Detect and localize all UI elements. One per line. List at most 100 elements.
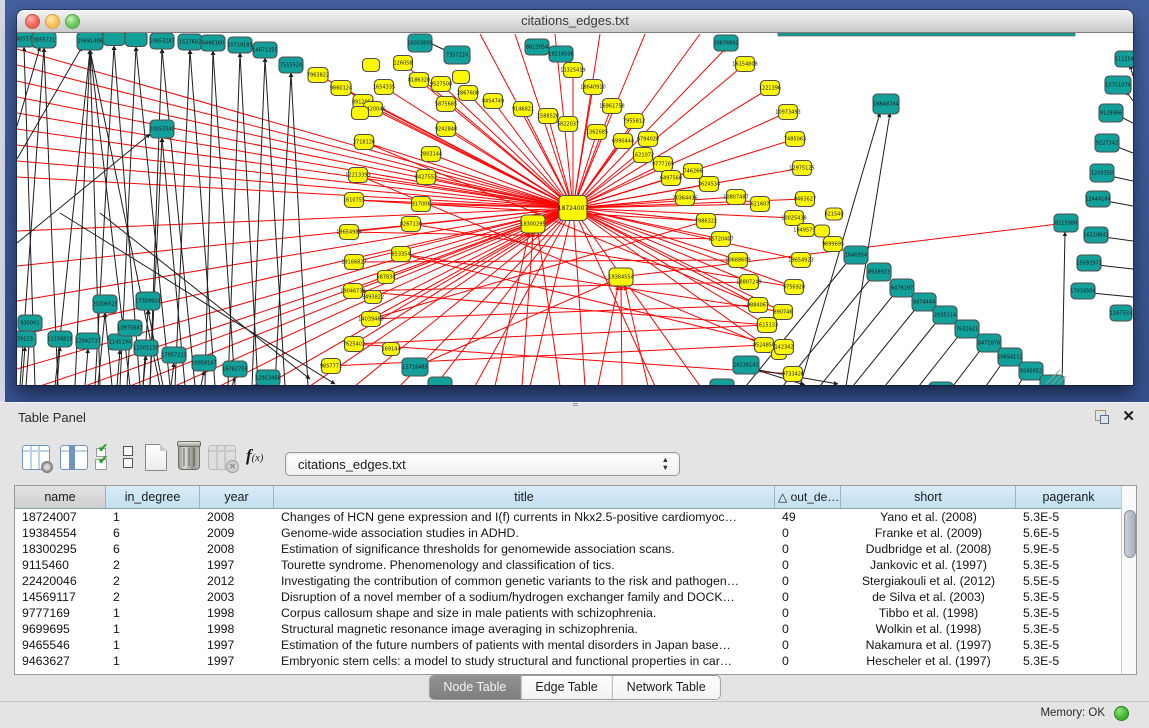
graph-node-teal[interactable]: 9474444 [912,293,936,311]
graph-node-teal[interactable]: 12444184 [1085,191,1110,207]
graph-node-yellow[interactable]: 126058 [393,56,412,71]
graph-node-teal[interactable] [929,382,953,385]
graph-node-teal[interactable]: 17957223 [161,347,186,363]
graph-node-yellow[interactable]: 746266 [683,164,702,179]
graph-node-yellow[interactable]: 9463627 [794,192,816,207]
graph-node-yellow[interactable]: 16154808 [732,57,757,72]
graph-node-yellow[interactable]: 12213393 [345,168,370,183]
graph-node-teal[interactable]: 9245652 [1019,362,1043,380]
table-row[interactable]: 977716911998Corpus callosum shape and si… [15,605,1121,621]
show-columns-button[interactable] [60,445,88,470]
column-header-name[interactable]: name [15,486,106,509]
column-header-year[interactable]: year [200,486,274,509]
graph-node-teal[interactable]: 20691406 [77,33,103,50]
table-rows[interactable]: 1872400712008Changes of HCN gene express… [15,509,1121,674]
graph-node-teal[interactable]: 8471676 [977,334,1001,352]
graph-node-yellow[interactable]: 6990444 [612,134,634,149]
graph-node-yellow[interactable]: 9699695 [822,237,844,252]
graph-node-yellow[interactable]: 2803144 [420,147,442,162]
table-options-button[interactable] [22,445,50,470]
table-header[interactable]: namein_degreeyeartitle△ out_de…shortpage… [15,486,1121,509]
graph-node-yellow[interactable]: 8454749 [482,94,504,109]
graph-node-teal[interactable]: 1112543 [1115,51,1133,67]
table-row[interactable]: 946554611997Estimation of the future num… [15,637,1121,653]
graph-node-yellow[interactable]: 10688609 [725,253,750,268]
graph-node-teal[interactable]: 10975887 [117,320,142,336]
graph-node-teal[interactable]: 16033809 [407,34,432,52]
graph-node-yellow[interactable]: 1615133 [756,318,778,333]
scrollbar-thumb[interactable] [1124,510,1136,558]
graph-node-yellow[interactable]: 19384554 [608,268,633,286]
graph-node-yellow[interactable]: 2718126 [353,135,375,150]
float-panel-icon[interactable] [1095,410,1109,424]
graph-node-yellow[interactable]: 20364436 [672,191,697,206]
table-row[interactable]: 2242004622012Investigating the contribut… [15,573,1121,589]
table-row[interactable]: 1938455462009Genome-wide association stu… [15,525,1121,541]
graph-node-yellow[interactable]: 19654985 [336,225,361,240]
graph-node-teal[interactable]: 8938923 [867,263,891,281]
graph-node-yellow[interactable]: 18807249 [736,275,761,290]
graph-node-yellow[interactable]: 18640910 [580,80,605,95]
graph-node-yellow[interactable]: 6794028 [637,132,659,147]
graph-node-teal[interactable]: 6479197 [890,279,914,297]
graph-node-teal[interactable]: 7632621 [955,320,979,338]
graph-node-teal[interactable]: 12942737 [75,333,100,349]
graph-node-teal[interactable]: 15692971 [1076,255,1101,271]
graph-node-teal[interactable]: 10654112 [997,348,1022,366]
graph-node-teal[interactable]: 15751074 [1105,76,1131,94]
graph-node-yellow[interactable]: 5822037 [557,117,579,132]
table-row[interactable]: 969969511998Structural magnetic resonanc… [15,621,1121,637]
graph-node-yellow[interactable]: 8267130 [400,217,422,232]
column-header-title[interactable]: title [274,486,775,509]
graph-node-yellow[interactable]: 19166827 [341,255,366,270]
graph-node-teal[interactable]: 17359924 [135,292,160,310]
graph-node-yellow[interactable]: 1362685 [586,125,608,140]
graph-node-yellow[interactable]: 6497568 [660,171,682,186]
graph-node-yellow[interactable]: 1654335 [373,80,395,95]
graph-node-yellow[interactable]: 9777169 [652,157,674,172]
graph-node-yellow[interactable]: 587838 [376,271,395,284]
graph-node-yellow[interactable]: 621607 [750,197,769,212]
graph-node-yellow[interactable]: 7485063 [784,132,806,147]
graph-node-yellow[interactable]: 11325419 [560,63,585,78]
graph-node-yellow[interactable]: 9146821 [512,102,534,117]
graph-node-teal[interactable]: 1640954 [844,246,868,264]
graph-node-teal[interactable] [125,33,147,47]
graph-node-yellow[interactable]: 890746 [773,305,792,320]
column-header-short[interactable]: short [841,486,1016,509]
graph-node-teal[interactable]: 14671355 [252,42,277,58]
graph-node-teal[interactable]: 20206525 [92,295,117,313]
graph-node-yellow[interactable]: 821540 [824,208,843,220]
graph-node-yellow[interactable]: 19654923 [788,253,813,268]
graph-node-teal[interactable]: 39123 [17,331,36,347]
graph-node-yellow[interactable]: 1588520 [537,109,559,124]
graph-node-yellow[interactable]: 8186328 [408,73,430,88]
graph-node-yellow[interactable]: 5875685 [435,97,457,112]
graph-node-teal[interactable]: 8215988 [1054,214,1078,232]
graph-node-teal[interactable]: 15716485 [402,358,428,376]
graph-node-yellow[interactable]: 7955812 [623,114,645,129]
graph-node-yellow[interactable]: 9733426 [782,367,804,382]
table-row[interactable]: 946362711997Embryonic stem cells: a mode… [15,653,1121,669]
graph-node-yellow[interactable]: 9884067 [747,298,769,313]
tab-edge-table[interactable]: Edge Table [521,676,612,699]
tab-node-table[interactable]: Node Table [429,676,521,699]
graph-node-yellow[interactable] [352,107,369,120]
graph-node-yellow[interactable]: 2867608 [457,86,479,101]
graph-node-yellow[interactable]: 9527508 [430,77,452,92]
graph-node-yellow[interactable]: 18724007 [558,196,589,221]
graph-node-yellow[interactable]: 1221396 [759,81,781,96]
network-canvas[interactable]: 9405572305572120691406106532871527602646… [17,33,1133,385]
table-row[interactable]: 1830029562008Estimation of significance … [15,541,1121,557]
new-column-button[interactable] [145,444,167,471]
graph-node-teal[interactable]: 10958167 [191,355,216,371]
graph-node-teal[interactable]: 935001 [18,315,42,331]
table-row[interactable]: 1456911722003Disruption of a novel membe… [15,589,1121,605]
select-columns-icon[interactable]: ✔✔ [96,445,112,469]
delete-column-button[interactable] [178,444,200,470]
column-header-out_de[interactable]: △ out_de… [775,486,841,509]
graph-node-yellow[interactable]: 1610755 [343,193,365,208]
network-table-select[interactable]: citations_edges.txt ▲▼ [285,452,680,476]
graph-node-teal[interactable]: 17016504 [1070,283,1095,299]
close-panel-icon[interactable]: ✕ [1122,407,1135,425]
